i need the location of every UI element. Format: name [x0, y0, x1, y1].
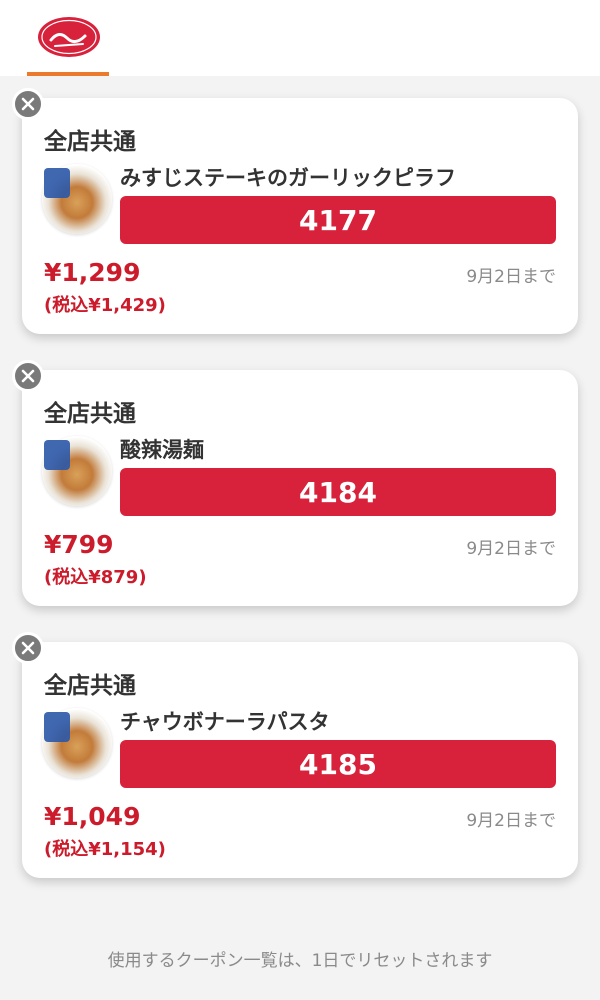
close-icon[interactable] — [12, 632, 44, 664]
coupon-expiry: 9月2日まで — [466, 811, 556, 831]
coupon-scope: 全店共通 — [44, 129, 136, 155]
coupon-tax-price: (税込¥1,429) — [44, 295, 166, 316]
coupon-expiry: 9月2日まで — [466, 539, 556, 559]
coupon-code-button[interactable]: 4184 — [120, 468, 556, 516]
coupon-price: ¥799 — [44, 530, 114, 559]
coupon-card: 全店共通 チャウボナーラパスタ 4185 ¥1,049 (税込¥1,154) 9… — [12, 632, 578, 878]
coupon-scope: 全店共通 — [44, 401, 136, 427]
reset-note: 使用するクーポン一覧は、1日でリセットされます — [107, 951, 493, 971]
close-icon[interactable] — [12, 88, 44, 120]
coupon-item-name: チャウボナーラパスタ — [120, 710, 330, 734]
food-thumbnail — [42, 164, 112, 234]
coupon-item-name: みすじステーキのガーリックピラフ — [120, 166, 456, 190]
active-tab-indicator — [27, 72, 109, 76]
coupon-price: ¥1,299 — [44, 258, 141, 287]
food-thumbnail — [42, 708, 112, 778]
coupon-code-button[interactable]: 4177 — [120, 196, 556, 244]
coupon-tax-price: (税込¥879) — [44, 567, 147, 588]
coupon-tax-price: (税込¥1,154) — [44, 839, 166, 860]
food-thumbnail — [42, 436, 112, 506]
header — [0, 0, 600, 76]
coupon-price: ¥1,049 — [44, 802, 141, 831]
coupon-card: 全店共通 みすじステーキのガーリックピラフ 4177 ¥1,299 (税込¥1,… — [12, 88, 578, 334]
close-icon[interactable] — [12, 360, 44, 392]
jonathan-logo — [38, 17, 100, 57]
coupon-card: 全店共通 酸辣湯麺 4184 ¥799 (税込¥879) 9月2日まで — [12, 360, 578, 606]
coupon-item-name: 酸辣湯麺 — [120, 438, 204, 462]
coupon-expiry: 9月2日まで — [466, 267, 556, 287]
coupon-scope: 全店共通 — [44, 673, 136, 699]
coupon-code-button[interactable]: 4185 — [120, 740, 556, 788]
